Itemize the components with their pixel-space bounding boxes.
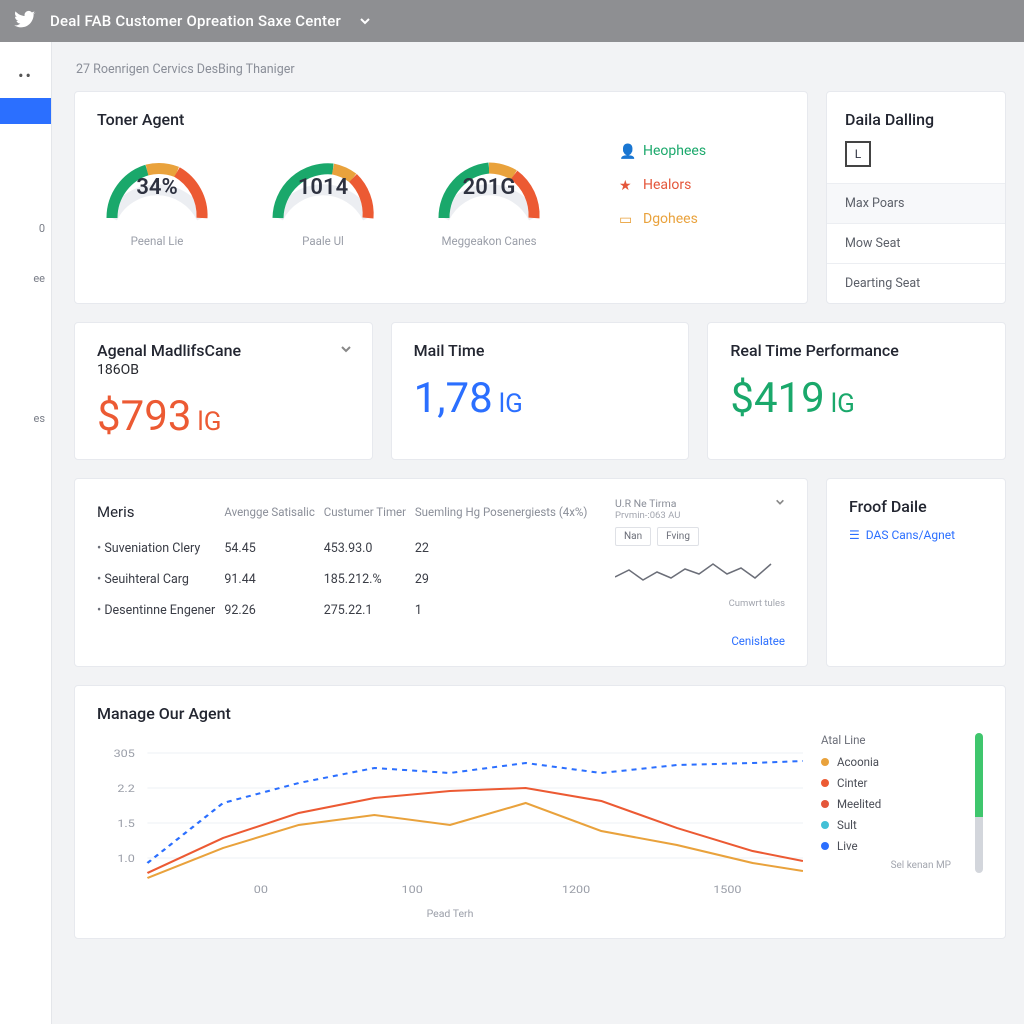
sparkline-chart <box>615 552 775 592</box>
table-row[interactable]: Desentinne Engener92.26275.22.11 <box>97 595 597 626</box>
svg-text:1200: 1200 <box>562 883 590 895</box>
kpi-subtitle: 186OB <box>97 362 350 378</box>
person-icon: 👤 <box>619 144 633 158</box>
kpi-title: Mail Time <box>414 341 667 360</box>
chevron-down-icon[interactable] <box>340 343 352 355</box>
gauge-label: Peenal Lie <box>131 234 184 248</box>
bird-logo-icon <box>14 10 36 32</box>
legend-item[interactable]: ▭Dgohees <box>619 211 706 227</box>
svg-text:1.0: 1.0 <box>117 852 134 864</box>
main-content: 27 Roenrigen Cervics DesBing Thaniger To… <box>52 42 1024 1024</box>
manage-agent-card: Manage Our Agent 305 <box>74 685 1006 939</box>
tag-icon: ▭ <box>619 212 633 226</box>
legend-item[interactable]: Live <box>821 839 951 853</box>
list-icon: ☰ <box>849 528 860 542</box>
spark-tab[interactable]: Fving <box>657 527 699 546</box>
gauge-0: 34% Peenal Lie <box>97 143 217 248</box>
toner-legend: 👤Heophees ★Healors ▭Dgohees <box>619 143 706 227</box>
froof-card: Froof Daile ☰ DAS Cans/Agnet <box>826 478 1006 667</box>
sidebar: •• 0 ee es <box>0 42 52 1024</box>
manage-legend: Atal Line Acoonia Cinter Meelited Sult L… <box>821 733 951 920</box>
toner-agent-card: Toner Agent 34% Peenal Lie 1014 Paale Ul <box>74 91 808 304</box>
legend-item[interactable]: 👤Heophees <box>619 143 706 159</box>
gauge-label: Meggeakon Canes <box>441 234 536 248</box>
legend-item[interactable]: Sult <box>821 818 951 832</box>
col-h: Suemling Hg Posenergiests (4x%) <box>415 497 597 533</box>
meris-card: Meris Avengge Satisalic Custumer Timer S… <box>74 478 808 667</box>
daila-title: Daila Dalling <box>827 110 1005 141</box>
manage-title: Manage Our Agent <box>97 704 983 723</box>
sidebar-item[interactable]: es <box>0 412 51 425</box>
kpi-agenal: Agenal MadlifsCane 186OB $793lG <box>74 322 373 460</box>
legend-item[interactable]: Meelited <box>821 797 951 811</box>
kpi-value: $793lG <box>97 392 350 441</box>
manage-chart: 305 2.2 1.5 1.0 <box>97 733 803 920</box>
sparkline-panel: U.R Ne Tirma Prvmin-:063 AU Nan Fving Cu… <box>615 497 785 626</box>
spark-tab[interactable]: Nan <box>615 527 651 546</box>
svg-text:1.5: 1.5 <box>117 817 134 829</box>
kpi-realtime: Real Time Performance $419lG <box>707 322 1006 460</box>
kpi-title: Agenal MadlifsCane <box>97 341 350 360</box>
legend-item[interactable]: Cinter <box>821 776 951 790</box>
gauge-value: 201G <box>463 175 516 200</box>
col-h: Custumer Timer <box>324 497 415 533</box>
gauge-label: Paale Ul <box>302 234 344 248</box>
svg-text:100: 100 <box>402 883 423 895</box>
gauge-2: 201G Meggeakon Canes <box>429 143 549 248</box>
meris-footer-link[interactable]: Cenislatee <box>97 634 785 648</box>
froof-title: Froof Daile <box>849 497 983 516</box>
spark-head-left: U.R Ne Tirma <box>615 497 676 510</box>
breadcrumb: 27 Roenrigen Cervics DesBing Thaniger <box>76 62 1006 77</box>
chevron-down-icon[interactable] <box>359 15 371 27</box>
sidebar-menu-icon[interactable]: •• <box>18 66 33 85</box>
gauge-row: 34% Peenal Lie 1014 Paale Ul 201G Meggea… <box>97 143 785 248</box>
meris-table: Meris Avengge Satisalic Custumer Timer S… <box>97 497 597 626</box>
table-row[interactable]: Seuihteral Carg91.44185.212.%29 <box>97 564 597 595</box>
spark-caption: Cumwrt tules <box>615 598 785 609</box>
gauge-1: 1014 Paale Ul <box>263 143 383 248</box>
star-icon: ★ <box>619 178 633 192</box>
sidebar-item[interactable]: 0 <box>0 222 51 235</box>
vertical-progress-bar[interactable] <box>975 733 983 873</box>
gauge-value: 34% <box>136 175 177 200</box>
kpi-title: Real Time Performance <box>730 341 983 360</box>
daila-option[interactable]: Dearting Seat <box>827 263 1005 303</box>
svg-text:1500: 1500 <box>713 883 741 895</box>
manage-footer: Sel kenan MP <box>821 860 951 871</box>
daila-option[interactable]: Max Poars <box>827 183 1005 223</box>
kpi-value: 1,78lG <box>414 374 667 423</box>
froof-link[interactable]: ☰ DAS Cans/Agnet <box>849 528 983 542</box>
svg-text:00: 00 <box>254 883 268 895</box>
xlabel: Pead Terh <box>97 907 803 920</box>
sidebar-active-indicator[interactable] <box>0 98 51 124</box>
calendar-icon[interactable]: L <box>845 141 871 167</box>
legend-item[interactable]: ★Healors <box>619 177 706 193</box>
table-row[interactable]: Suveniation Clery54.45453.93.022 <box>97 533 597 564</box>
svg-text:305: 305 <box>114 747 135 759</box>
chevron-down-icon[interactable] <box>775 497 785 507</box>
kpi-mailtime: Mail Time 1,78lG <box>391 322 690 460</box>
svg-text:2.2: 2.2 <box>117 782 134 794</box>
daila-option[interactable]: Mow Seat <box>827 223 1005 263</box>
gauge-value: 1014 <box>298 175 348 200</box>
app-title: Deal FAB Customer Opreation Saxe Center <box>50 12 341 30</box>
legend-item[interactable]: Acoonia <box>821 755 951 769</box>
sidebar-item[interactable]: ee <box>0 272 51 285</box>
kpi-value: $419lG <box>730 374 983 423</box>
top-bar: Deal FAB Customer Opreation Saxe Center <box>0 0 1024 42</box>
col-name: Meris <box>97 497 224 533</box>
daila-card: Daila Dalling L Max Poars Mow Seat Deart… <box>826 91 1006 304</box>
toner-title: Toner Agent <box>97 110 785 129</box>
col-h: Avengge Satisalic <box>224 497 323 533</box>
legend-title: Atal Line <box>821 733 951 747</box>
